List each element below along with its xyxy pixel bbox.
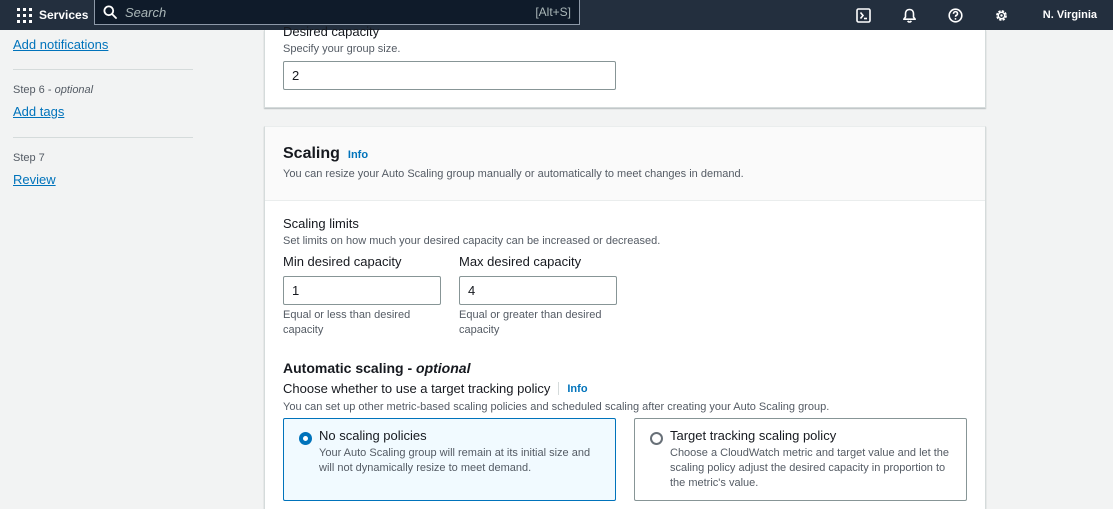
max-capacity-input[interactable] [459, 276, 617, 305]
step7-label: Step 7 [13, 152, 45, 164]
scaling-panel: Scaling Info You can resize your Auto Sc… [264, 126, 986, 509]
no-scaling-policies-description: Your Auto Scaling group will remain at i… [319, 447, 591, 474]
target-tracking-policy-description: Choose a CloudWatch metric and target va… [670, 447, 950, 489]
automatic-scaling-title: Automatic scaling - optional [283, 360, 471, 376]
region-selector[interactable]: N. Virginia [1025, 9, 1113, 21]
target-tracking-policy-tile[interactable]: Target tracking scaling policy Choose a … [634, 418, 967, 501]
services-grid-icon [17, 7, 32, 23]
desired-capacity-label: Desired capacity [283, 24, 380, 39]
step-divider [13, 69, 193, 70]
no-scaling-policies-title: No scaling policies [319, 428, 427, 443]
target-tracking-policy-title: Target tracking scaling policy [670, 428, 837, 443]
automatic-scaling-info-link[interactable]: Info [567, 383, 587, 395]
target-tracking-question-text: Choose whether to use a target tracking … [283, 381, 551, 396]
search-input[interactable] [125, 4, 536, 20]
automatic-scaling-description: You can set up other metric-based scalin… [283, 401, 830, 413]
scaling-info-link[interactable]: Info [348, 149, 368, 161]
notifications-bell-icon [903, 8, 917, 23]
services-label: Services [39, 8, 89, 22]
target-tracking-policy-radio[interactable] [650, 432, 663, 445]
scaling-panel-header: Scaling Info You can resize your Auto Sc… [265, 127, 985, 201]
cloudshell-icon [856, 7, 872, 23]
cloudshell-button[interactable] [841, 0, 887, 30]
help-icon [948, 7, 963, 23]
help-button[interactable] [933, 0, 979, 30]
min-capacity-label: Min desired capacity [283, 254, 402, 269]
max-capacity-hint: Equal or greater than desired capacity [459, 309, 602, 336]
scaling-limits-title: Scaling limits [283, 216, 359, 231]
info-separator [558, 382, 560, 395]
scaling-limits-description: Set limits on how much your desired capa… [283, 235, 661, 247]
settings-button[interactable] [979, 0, 1025, 30]
no-scaling-policies-radio[interactable] [299, 432, 312, 445]
scaling-description: You can resize your Auto Scaling group m… [283, 168, 744, 180]
no-scaling-policies-tile[interactable]: No scaling policies Your Auto Scaling gr… [283, 418, 616, 501]
notifications-button[interactable] [887, 0, 933, 30]
max-capacity-label: Max desired capacity [459, 254, 582, 269]
search-icon [103, 5, 117, 19]
add-notifications-link[interactable]: Add notifications [13, 37, 108, 52]
target-tracking-question: Choose whether to use a target tracking … [283, 381, 588, 396]
desired-capacity-description: Specify your group size. [283, 43, 401, 55]
scaling-title: Scaling [283, 145, 340, 162]
settings-gear-icon [996, 9, 1008, 21]
group-size-panel: Desired capacity Specify your group size… [264, 24, 986, 108]
add-tags-link[interactable]: Add tags [13, 104, 64, 119]
step6-label: Step 6 - optional [13, 84, 94, 96]
top-navigation-bar: Services [Alt+S] N. Virginia [0, 0, 1113, 30]
step-divider [13, 137, 193, 138]
min-capacity-hint: Equal or less than desired capacity [283, 309, 411, 336]
search-shortcut-hint: [Alt+S] [535, 5, 571, 19]
services-menu-button[interactable]: Services [0, 0, 88, 30]
desired-capacity-input[interactable] [283, 61, 616, 90]
search-bar[interactable]: [Alt+S] [94, 0, 580, 25]
min-capacity-input[interactable] [283, 276, 441, 305]
review-link[interactable]: Review [13, 172, 56, 187]
